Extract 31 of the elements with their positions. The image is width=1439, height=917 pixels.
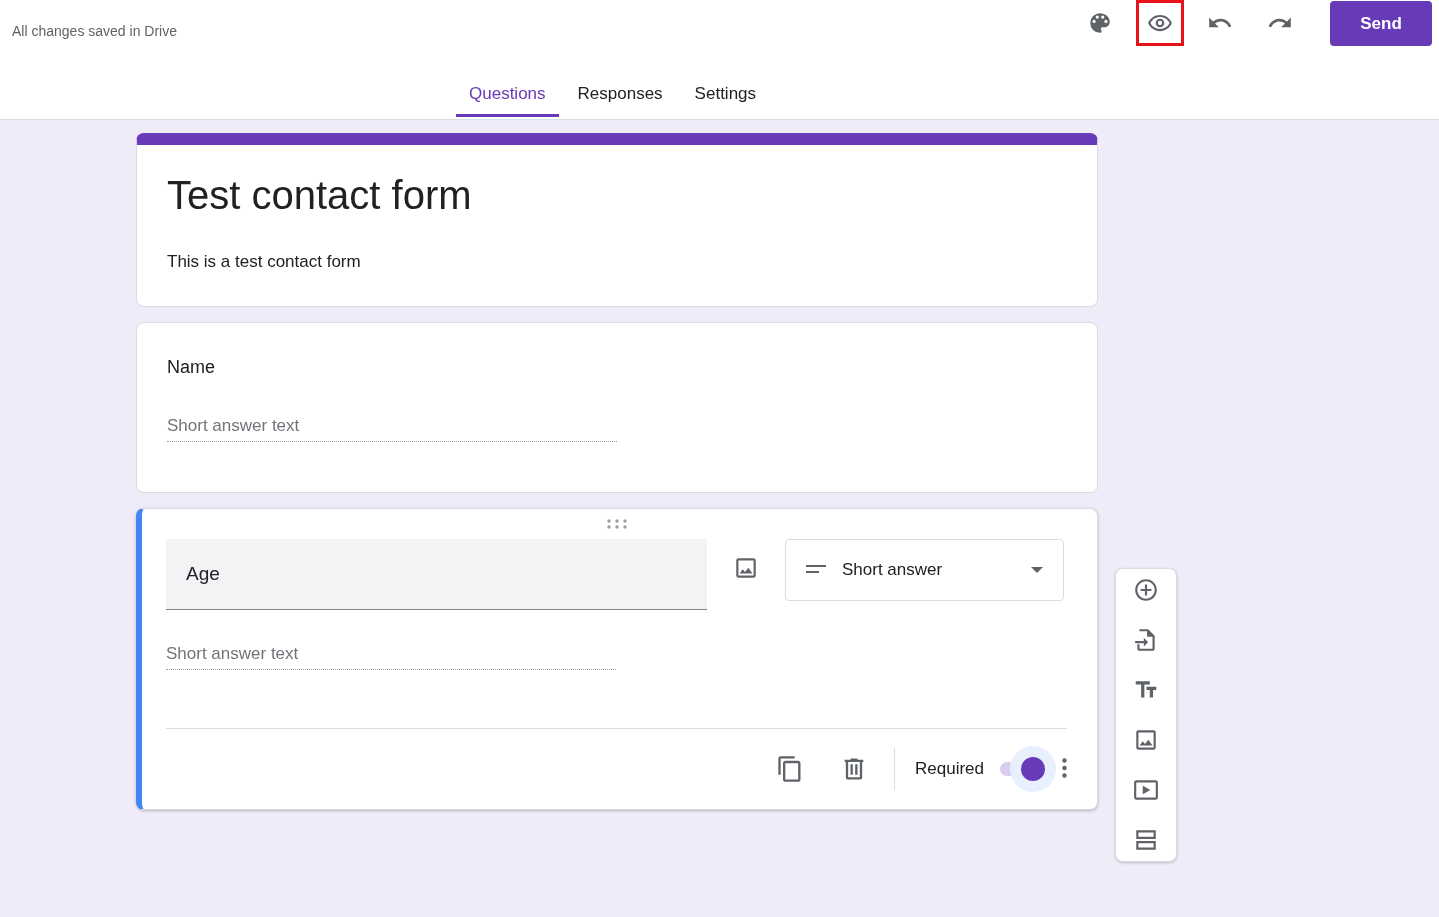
add-image-button[interactable] <box>733 555 759 581</box>
video-button[interactable] <box>1133 777 1159 803</box>
save-status: All changes saved in Drive <box>12 23 178 39</box>
image-button[interactable] <box>1133 727 1159 753</box>
form-description: This is a test contact form <box>167 252 362 272</box>
question-type-dropdown[interactable]: Short answer <box>785 539 1064 601</box>
send-button[interactable]: Send <box>1330 1 1432 46</box>
question-title: Name <box>167 357 216 378</box>
more-vertical-icon <box>1062 757 1067 778</box>
question-title-field[interactable]: Age <box>166 539 707 610</box>
tab[interactable]: Responses <box>564 70 676 117</box>
more-options-button[interactable] <box>1062 757 1067 781</box>
video-icon <box>1133 777 1159 803</box>
eye-button[interactable] <box>1136 0 1184 46</box>
image-icon <box>733 555 759 581</box>
answer-field: Short answer text <box>166 638 616 670</box>
answer-field: Short answer text <box>167 410 617 442</box>
caret-icon <box>1031 567 1043 573</box>
tab[interactable]: Questions <box>456 70 559 117</box>
section-icon <box>1133 827 1159 853</box>
image-icon <box>1133 727 1159 753</box>
palette-icon <box>1087 10 1113 36</box>
section-button[interactable] <box>1133 827 1159 853</box>
short-text-icon <box>806 565 828 575</box>
tab[interactable]: Settings <box>681 70 770 117</box>
copy-icon <box>776 755 804 783</box>
drag-handle-icon[interactable] <box>606 519 627 529</box>
plus-circle-button[interactable] <box>1133 577 1159 603</box>
required-label: Required <box>915 759 984 779</box>
duplicate-button[interactable] <box>776 755 804 783</box>
form-title: Test contact form <box>167 173 473 218</box>
